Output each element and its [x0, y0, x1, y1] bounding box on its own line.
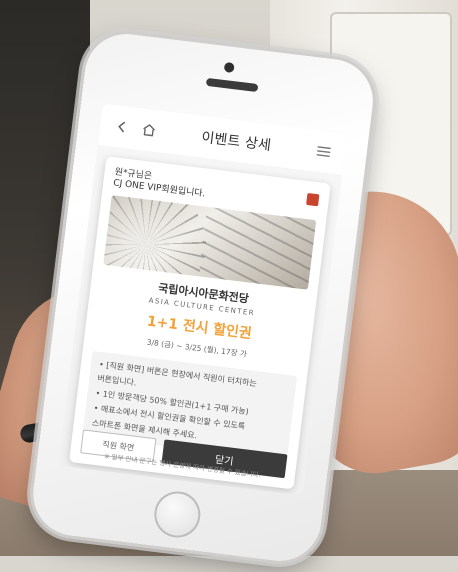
home-icon[interactable]	[139, 120, 159, 140]
front-camera	[223, 61, 235, 74]
event-coupon-card: 원*규님은 CJ ONE VIP회원입니다. 국립아시아문화전당 ASIA CU…	[68, 156, 331, 490]
event-detail-content: 원*규님은 CJ ONE VIP회원입니다. 국립아시아문화전당 ASIA CU…	[58, 145, 342, 496]
page-title: 이벤트 상세	[200, 129, 272, 155]
brand-logo	[306, 192, 320, 207]
hamburger-icon[interactable]	[314, 142, 334, 162]
header-left-group	[111, 117, 159, 140]
smartphone: 이벤트 상세 원*규님은 CJ ONE VIP회원입니다. 국립아시아문화전당 …	[21, 22, 385, 572]
chevron-left-icon[interactable]	[111, 117, 131, 137]
phone-screen: 이벤트 상세 원*규님은 CJ ONE VIP회원입니다. 국립아시아문화전당 …	[58, 103, 348, 496]
home-button[interactable]	[151, 488, 203, 541]
ear-speaker	[205, 77, 259, 93]
